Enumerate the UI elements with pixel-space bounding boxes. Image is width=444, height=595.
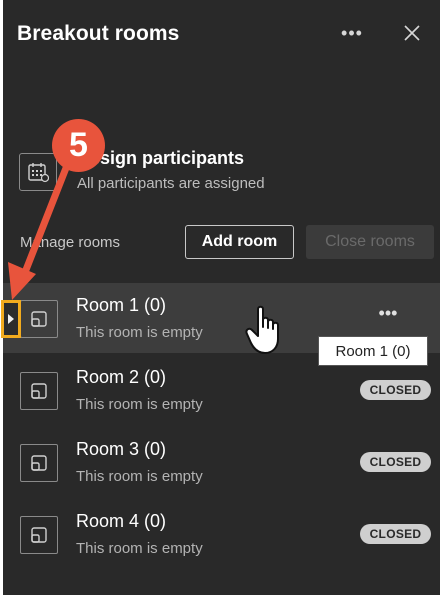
room-name: Room 4 (0) — [76, 511, 167, 531]
room-name: Room 3 (0) — [76, 439, 167, 459]
step-number-badge: 5 — [52, 119, 105, 172]
assign-participants-subtitle: All participants are assigned — [77, 175, 265, 192]
manage-rooms-label: Manage rooms — [20, 234, 121, 251]
room-tooltip: Room 1 (0) — [318, 336, 428, 366]
more-options-icon[interactable]: ••• — [337, 18, 367, 48]
room-row-4[interactable]: Room 4 (0) This room is empty CLOSED — [3, 499, 440, 569]
calendar-grid-icon — [19, 153, 57, 191]
room-status: This room is empty — [76, 468, 203, 485]
room-icon — [20, 372, 58, 410]
close-icon[interactable] — [397, 18, 427, 48]
hand-cursor-icon — [244, 305, 284, 357]
room-icon — [20, 444, 58, 482]
room-more-options-icon[interactable]: ••• — [373, 303, 403, 323]
closed-status-badge: CLOSED — [360, 380, 431, 400]
closed-status-badge: CLOSED — [360, 452, 431, 472]
expand-room-chevron-icon[interactable] — [1, 300, 21, 338]
room-status: This room is empty — [76, 324, 203, 341]
add-room-button[interactable]: Add room — [185, 225, 294, 259]
close-rooms-button[interactable]: Close rooms — [306, 225, 434, 259]
room-icon — [20, 516, 58, 554]
room-name: Room 1 (0) — [76, 295, 167, 315]
room-status: This room is empty — [76, 396, 203, 413]
room-name: Room 2 (0) — [76, 367, 167, 387]
room-row-3[interactable]: Room 3 (0) This room is empty CLOSED — [3, 427, 440, 497]
panel-title: Breakout rooms — [17, 22, 180, 45]
room-icon — [20, 300, 58, 338]
room-status: This room is empty — [76, 540, 203, 557]
closed-status-badge: CLOSED — [360, 524, 431, 544]
breakout-rooms-panel: Breakout rooms ••• Assign participants A… — [3, 0, 440, 595]
